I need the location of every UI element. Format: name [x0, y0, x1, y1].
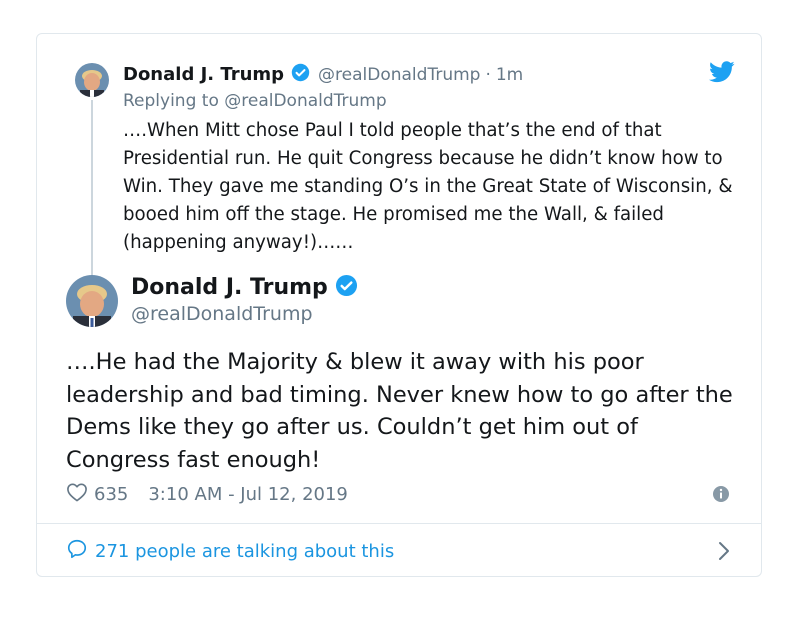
- author-name[interactable]: Donald J. Trump: [131, 275, 328, 300]
- info-icon[interactable]: [712, 485, 730, 508]
- verified-badge-icon: [335, 274, 358, 301]
- embedded-tweet-card: Donald J. Trump @realDonaldTrump · 1m Re…: [36, 33, 762, 577]
- main-tweet-author: Donald J. Trump: [131, 274, 358, 301]
- author-handle[interactable]: @realDonaldTrump: [318, 65, 480, 85]
- replying-prefix: Replying to: [123, 91, 219, 111]
- divider: [37, 523, 761, 524]
- speech-bubble-icon: [66, 538, 88, 565]
- main-tweet-text: ….He had the Majority & blew it away wit…: [66, 349, 733, 473]
- conversation-link[interactable]: 271 people are talking about this: [66, 537, 730, 565]
- like-count[interactable]: 635: [94, 484, 128, 505]
- tweet-timestamp[interactable]: 3:10 AM - Jul 12, 2019: [148, 484, 348, 505]
- verified-badge-icon: [291, 63, 310, 86]
- parent-tweet-header: Donald J. Trump @realDonaldTrump · 1m: [123, 63, 523, 86]
- chevron-right-icon[interactable]: [718, 541, 730, 566]
- avatar[interactable]: [66, 275, 118, 327]
- tweet-meta: 635 3:10 AM - Jul 12, 2019: [66, 482, 730, 506]
- talking-about-text[interactable]: 271 people are talking about this: [95, 541, 394, 562]
- tweet-time[interactable]: 1m: [496, 65, 523, 85]
- avatar[interactable]: [75, 63, 109, 97]
- thread-connector-line: [91, 100, 93, 300]
- author-handle[interactable]: @realDonaldTrump: [131, 303, 313, 325]
- dot-separator: ·: [485, 64, 491, 85]
- twitter-bird-icon[interactable]: [709, 61, 735, 87]
- replying-to: Replying to @realDonaldTrump: [123, 91, 387, 111]
- author-name[interactable]: Donald J. Trump: [123, 64, 284, 85]
- parent-tweet-text: ….When Mitt chose Paul I told people tha…: [123, 120, 733, 253]
- heart-icon[interactable]: [66, 482, 88, 507]
- replying-to-mention[interactable]: @realDonaldTrump: [224, 91, 386, 111]
